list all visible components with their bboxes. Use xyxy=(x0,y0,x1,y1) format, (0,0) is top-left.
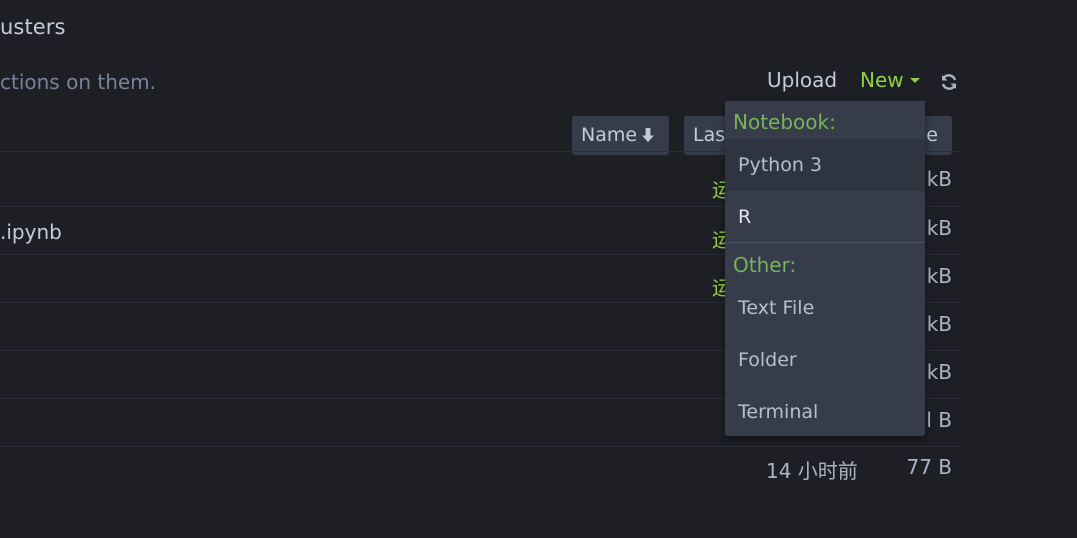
file-size-value: l B xyxy=(926,408,952,432)
caret-down-icon xyxy=(909,78,920,83)
last-modified-value: 14 小时前 xyxy=(766,459,858,483)
file-size-value: kB xyxy=(926,167,952,191)
file-size-value: kB xyxy=(926,216,952,240)
sort-name-label: Name xyxy=(581,124,638,146)
other-section-header: Other: xyxy=(733,253,797,277)
refresh-icon[interactable] xyxy=(940,73,958,91)
new-text-file[interactable]: Text File xyxy=(725,282,925,334)
clusters-tab-label[interactable]: usters xyxy=(0,15,66,39)
new-terminal[interactable]: Terminal xyxy=(725,386,925,438)
new-button-label: New xyxy=(860,68,904,92)
file-size-value: 77 B xyxy=(906,455,952,479)
menu-divider xyxy=(725,242,925,243)
new-dropdown-menu: Notebook: Python 3 R Other: Text File Fo… xyxy=(725,101,925,436)
file-name-link[interactable]: .ipynb xyxy=(0,220,62,244)
arrow-down-icon xyxy=(642,128,655,142)
table-row[interactable]: 14 小时前 77 B xyxy=(0,446,961,494)
file-size-value: kB xyxy=(926,360,952,384)
file-browser-page: usters ctions on them. Upload New Name L… xyxy=(0,0,1077,538)
upload-button[interactable]: Upload xyxy=(767,68,837,92)
selection-hint-text: ctions on them. xyxy=(0,70,157,94)
new-notebook-python3[interactable]: Python 3 xyxy=(725,139,925,191)
file-size-value: kB xyxy=(926,264,952,288)
notebook-section-header: Notebook: xyxy=(733,110,836,134)
new-button[interactable]: New xyxy=(860,68,920,92)
sort-by-name-button[interactable]: Name xyxy=(572,116,669,155)
file-size-value: kB xyxy=(926,312,952,336)
new-folder[interactable]: Folder xyxy=(725,334,925,386)
new-notebook-r[interactable]: R xyxy=(725,191,925,243)
